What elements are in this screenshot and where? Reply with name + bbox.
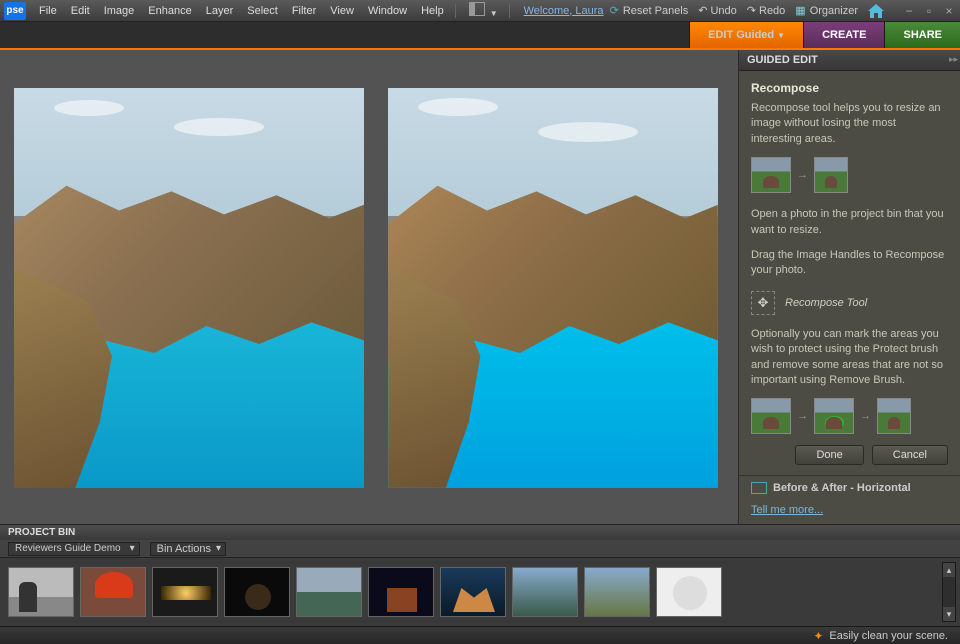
menubar: pse File Edit Image Enhance Layer Select… [0,0,960,22]
recompose-tool-label: Recompose Tool [785,297,867,309]
bin-thumb-9[interactable] [584,567,650,617]
project-bin-header: PROJECT BIN [0,524,960,540]
tab-share[interactable]: SHARE [884,22,960,48]
redo-icon: ↷ [747,4,756,17]
done-button[interactable]: Done [795,445,863,465]
panel-header: GUIDED EDIT [739,50,960,71]
maximize-button[interactable]: ▫ [922,5,936,17]
menu-edit[interactable]: Edit [64,2,97,20]
close-button[interactable]: × [942,5,956,17]
bin-strip: ▴ ▾ [0,558,960,626]
bin-thumb-10[interactable] [656,567,722,617]
app-icon: pse [4,2,26,20]
bin-thumb-6[interactable] [368,567,434,617]
demo-thumb-before [751,157,791,193]
expand-panel-icon[interactable]: ▸▸ [949,54,958,65]
menu-view[interactable]: View [323,2,361,20]
canvas-area [0,50,738,524]
organizer-button[interactable]: ▦ Organizer [795,4,858,17]
arrow-right-icon: → [797,169,808,181]
chevron-down-icon: ▼ [490,9,498,18]
redo-button[interactable]: ↷Redo [747,4,786,17]
menu-window[interactable]: Window [361,2,414,20]
undo-button[interactable]: ↶Undo [698,4,737,17]
reset-panels-button[interactable]: ⟳ Reset Panels [610,4,689,17]
before-after-icon [751,482,767,494]
scroll-down-button[interactable]: ▾ [943,607,955,621]
refresh-icon: ⟳ [610,4,619,17]
layout-selector[interactable]: ▼ [460,0,505,22]
menu-filter[interactable]: Filter [285,2,323,20]
menu-help[interactable]: Help [414,2,451,20]
bin-actions-select[interactable]: Bin Actions [150,542,226,556]
tab-edit[interactable]: EDIT Guided▼ [689,22,803,48]
bin-scrollbar[interactable]: ▴ ▾ [942,562,956,622]
view-mode-label: Before & After - Horizontal [773,482,911,494]
demo-thumb-after [814,157,848,193]
panel-description: Recompose tool helps you to resize an im… [751,101,948,147]
recompose-tool-button[interactable]: ✥ Recompose Tool [751,291,948,315]
separator [455,4,456,18]
home-icon[interactable] [868,4,884,18]
scroll-up-button[interactable]: ▴ [943,563,955,577]
demo-thumbnails: → [751,157,948,193]
arrow-right-icon: → [797,410,808,422]
redo-label: Redo [759,5,785,17]
bin-thumb-8[interactable] [512,567,578,617]
tab-edit-label: EDIT Guided [708,29,774,41]
menu-image[interactable]: Image [97,2,142,20]
main-area: GUIDED EDIT Recompose Recompose tool hel… [0,50,960,524]
menu-select[interactable]: Select [240,2,285,20]
bin-thumb-7[interactable] [440,567,506,617]
organizer-label: Organizer [810,5,858,17]
separator [509,4,510,18]
welcome-link[interactable]: Welcome, Laura [524,5,604,17]
hint-open-photo: Open a photo in the project bin that you… [751,207,948,238]
bin-thumb-2[interactable] [80,567,146,617]
status-bar: ✦ Easily clean your scene. [0,626,960,644]
menu-file[interactable]: File [32,2,64,20]
recompose-tool-icon: ✥ [751,291,775,315]
view-mode-toggle[interactable]: Before & After - Horizontal [739,475,960,500]
minimize-button[interactable]: − [902,5,916,17]
tell-me-more-link[interactable]: Tell me more... [739,500,960,524]
bin-thumb-3[interactable] [152,567,218,617]
optional-description: Optionally you can mark the areas you wi… [751,327,948,389]
bin-controls: Reviewers Guide Demo Bin Actions [0,540,960,558]
brush-demo-thumbnails: → → [751,398,948,434]
layout-icon [469,2,485,16]
menu-layer[interactable]: Layer [199,2,241,20]
bin-thumb-1[interactable] [8,567,74,617]
bin-actions-label: Bin Actions [157,543,211,555]
cancel-button[interactable]: Cancel [872,445,948,465]
arrow-right-icon: → [860,410,871,422]
undo-label: Undo [710,5,736,17]
before-image[interactable] [14,88,364,488]
sparkle-icon: ✦ [813,629,823,643]
after-image[interactable] [388,88,718,488]
brush-demo-2 [814,398,854,434]
tab-create[interactable]: CREATE [803,22,884,48]
chevron-down-icon: ▼ [777,31,785,40]
panel-title: Recompose [751,81,948,95]
mode-bar: EDIT Guided▼ CREATE SHARE [0,22,960,50]
brush-demo-3 [877,398,911,434]
grid-icon: ▦ [795,4,805,17]
bin-thumb-4[interactable] [224,567,290,617]
guided-panel: GUIDED EDIT Recompose Recompose tool hel… [738,50,960,524]
menu-enhance[interactable]: Enhance [141,2,198,20]
brush-demo-1 [751,398,791,434]
hint-drag-handles: Drag the Image Handles to Recompose your… [751,248,948,279]
bin-collection-select[interactable]: Reviewers Guide Demo [8,542,140,556]
undo-icon: ↶ [698,4,707,17]
bin-thumb-5[interactable] [296,567,362,617]
reset-label: Reset Panels [623,5,688,17]
